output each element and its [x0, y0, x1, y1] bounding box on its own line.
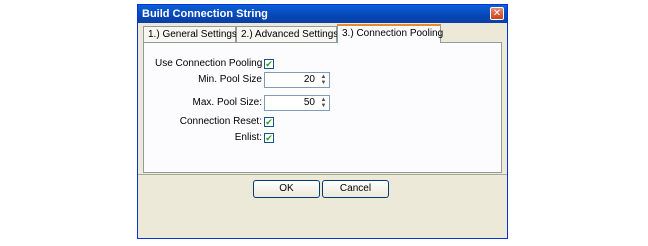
max-pool-size-stepper[interactable]: 50 ▲ ▼ — [264, 95, 330, 111]
min-pool-size-stepper[interactable]: 20 ▲ ▼ — [264, 72, 330, 88]
spin-down-icon[interactable]: ▼ — [319, 80, 328, 86]
min-pool-size-label: Min. Pool Size — [198, 74, 262, 85]
close-icon[interactable]: ✕ — [490, 7, 504, 20]
max-pool-spinner-arrows: ▲ ▼ — [319, 97, 328, 109]
connection-reset-checkbox[interactable]: ✔ — [264, 117, 274, 127]
min-pool-size-value: 20 — [303, 74, 315, 85]
use-pooling-checkbox[interactable]: ✔ — [264, 59, 274, 69]
connection-pooling-panel: Use Connection Pooling ✔ Min. Pool Size … — [143, 42, 502, 173]
use-pooling-label: Use Connection Pooling — [155, 58, 263, 69]
footer-separator — [138, 174, 507, 175]
cancel-button[interactable]: Cancel — [322, 180, 389, 198]
max-pool-size-label: Max. Pool Size: — [192, 97, 262, 108]
min-pool-spinner-arrows: ▲ ▼ — [319, 74, 328, 86]
tab-advanced-settings[interactable]: 2.) Advanced Settings — [236, 26, 338, 42]
spin-down-icon[interactable]: ▼ — [319, 103, 328, 109]
tab-general-settings[interactable]: 1.) General Settings — [143, 26, 237, 42]
enlist-checkbox[interactable]: ✔ — [264, 133, 274, 143]
build-connection-string-dialog: Build Connection String ✕ 1.) General Se… — [137, 4, 508, 239]
tab-connection-pooling[interactable]: 3.) Connection Pooling — [337, 24, 443, 43]
max-pool-size-value: 50 — [303, 97, 315, 108]
enlist-label: Enlist: — [234, 132, 262, 143]
title-bar: Build Connection String ✕ — [138, 5, 507, 23]
ok-button[interactable]: OK — [253, 180, 320, 198]
connection-reset-label: Connection Reset: — [179, 116, 262, 127]
window-title: Build Connection String — [142, 8, 268, 20]
tab-strip: 1.) General Settings 2.) Advanced Settin… — [143, 24, 502, 43]
